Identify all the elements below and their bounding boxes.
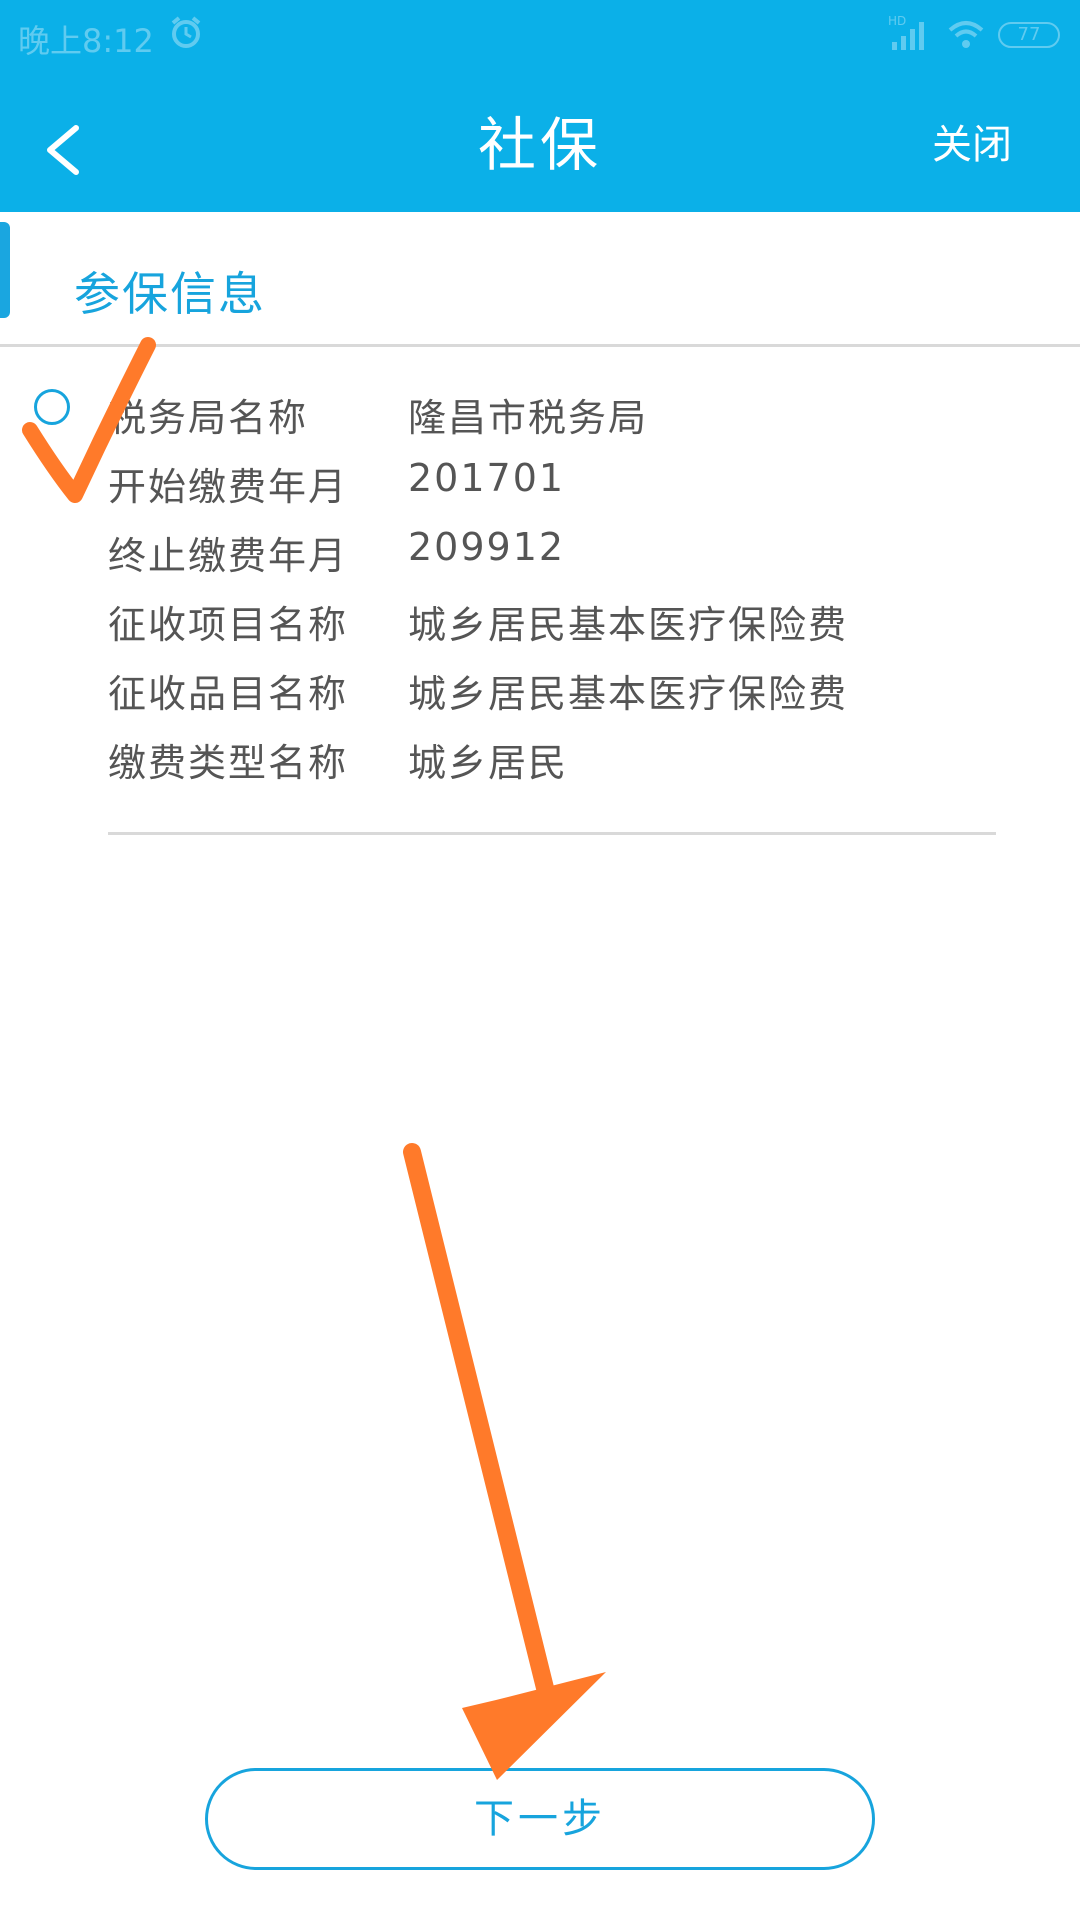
section-header: 参保信息 <box>0 212 1080 347</box>
row-value: 209912 <box>408 525 566 569</box>
row-label: 征收项目名称 <box>108 603 349 647</box>
row-value: 城乡居民 <box>408 741 569 785</box>
signal-icon <box>888 18 930 52</box>
close-button[interactable]: 关闭 <box>932 112 1012 170</box>
arrow-annotation-shaft <box>403 1143 557 1709</box>
arrow-annotation-head <box>462 1672 606 1780</box>
row-value: 201701 <box>408 456 566 500</box>
next-step-button[interactable]: 下一步 <box>205 1768 875 1870</box>
section-marker <box>0 222 10 318</box>
row-value: 城乡居民基本医疗保险费 <box>408 672 849 716</box>
page-title: 社保 <box>477 111 602 179</box>
battery-icon: 77 <box>998 22 1060 48</box>
row-label: 开始缴费年月 <box>108 465 349 509</box>
row-label: 终止缴费年月 <box>108 534 349 578</box>
row-label: 征收品目名称 <box>108 672 349 716</box>
section-title: 参保信息 <box>74 267 266 321</box>
wifi-icon <box>946 18 986 50</box>
status-time: 晚上8:12 <box>18 22 154 60</box>
record-radio-button[interactable] <box>34 389 70 425</box>
record-divider <box>108 832 996 835</box>
row-value: 隆昌市税务局 <box>408 396 649 440</box>
app-header: 晚上8:12 HD 77 社保 关闭 <box>0 0 1080 212</box>
alarm-icon <box>168 14 204 50</box>
row-label: 缴费类型名称 <box>108 741 349 785</box>
status-bar: 晚上8:12 HD 77 <box>0 0 1080 72</box>
row-label: 税务局名称 <box>108 396 309 440</box>
row-value: 城乡居民基本医疗保险费 <box>408 603 849 647</box>
section-divider <box>0 344 1080 347</box>
